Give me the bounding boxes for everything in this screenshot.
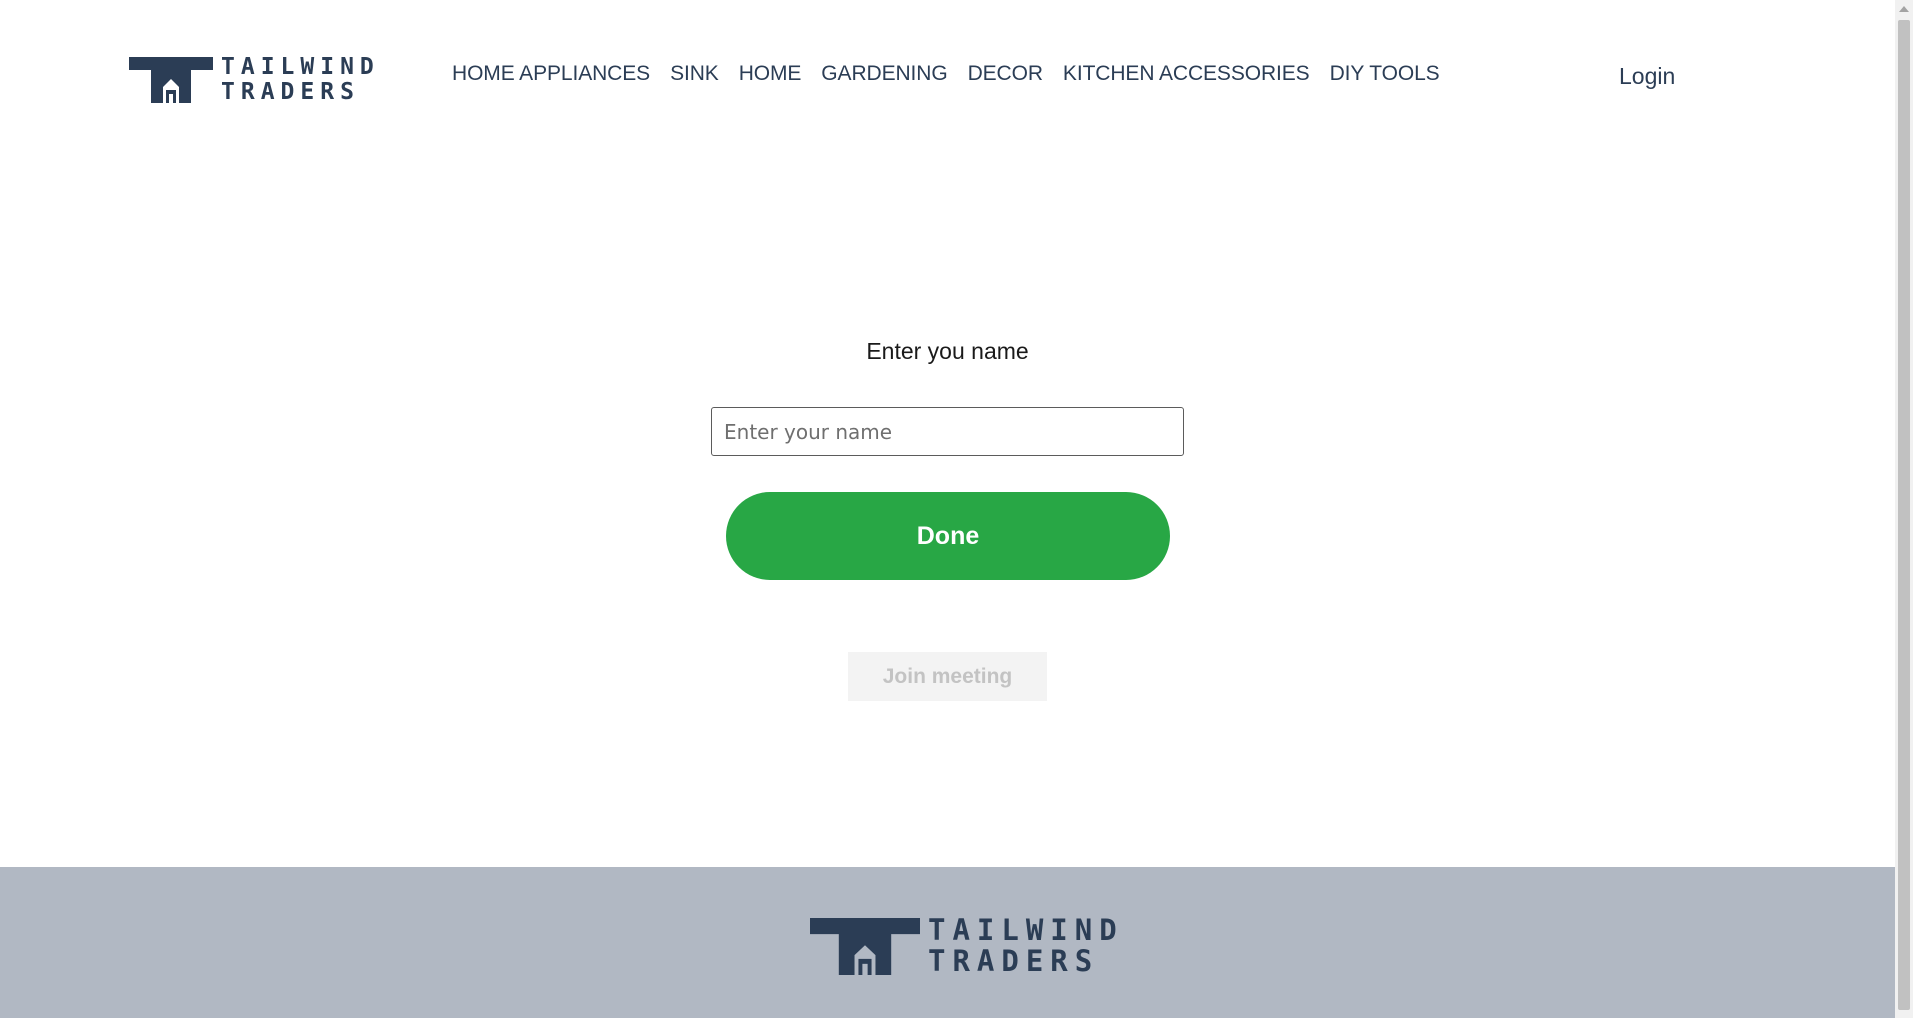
- scroll-up-arrow-icon[interactable]: [1895, 0, 1913, 18]
- vertical-scrollbar[interactable]: [1895, 0, 1913, 1018]
- logo-line-1: TAILWIND: [221, 54, 380, 80]
- house-logo-icon: [129, 57, 213, 103]
- site-header: TAILWIND TRADERS HOME APPLIANCES SINK HO…: [0, 0, 1895, 160]
- logo-wordmark: TAILWIND TRADERS: [221, 55, 380, 105]
- footer-logo-line-1: TAILWIND: [928, 913, 1124, 947]
- nav-item-kitchen-accessories[interactable]: KITCHEN ACCESSORIES: [1063, 62, 1310, 86]
- footer-logo-wordmark: TAILWIND TRADERS: [928, 915, 1124, 977]
- logo-line-2: TRADERS: [221, 79, 360, 105]
- nav-item-home-appliances[interactable]: HOME APPLIANCES: [452, 62, 650, 86]
- nav-item-sink[interactable]: SINK: [670, 62, 719, 86]
- done-button[interactable]: Done: [726, 492, 1170, 580]
- footer-logo-line-2: TRADERS: [928, 944, 1100, 978]
- form-title: Enter you name: [866, 338, 1029, 364]
- main-nav: HOME APPLIANCES SINK HOME GARDENING DECO…: [452, 62, 1460, 86]
- nav-item-diy-tools[interactable]: DIY TOOLS: [1330, 62, 1440, 86]
- nav-item-gardening[interactable]: GARDENING: [821, 62, 947, 86]
- nav-item-decor[interactable]: DECOR: [968, 62, 1043, 86]
- page: TAILWIND TRADERS HOME APPLIANCES SINK HO…: [0, 0, 1895, 1018]
- name-input[interactable]: [711, 407, 1184, 456]
- site-footer: TAILWIND TRADERS: [0, 867, 1895, 1018]
- house-logo-icon: [810, 917, 920, 975]
- header-logo[interactable]: TAILWIND TRADERS: [129, 55, 380, 105]
- nav-item-home[interactable]: HOME: [739, 62, 802, 86]
- join-meeting-button[interactable]: Join meeting: [848, 652, 1047, 701]
- login-link[interactable]: Login: [1619, 63, 1675, 90]
- scroll-thumb[interactable]: [1898, 20, 1910, 1010]
- footer-logo[interactable]: TAILWIND TRADERS: [810, 915, 1124, 977]
